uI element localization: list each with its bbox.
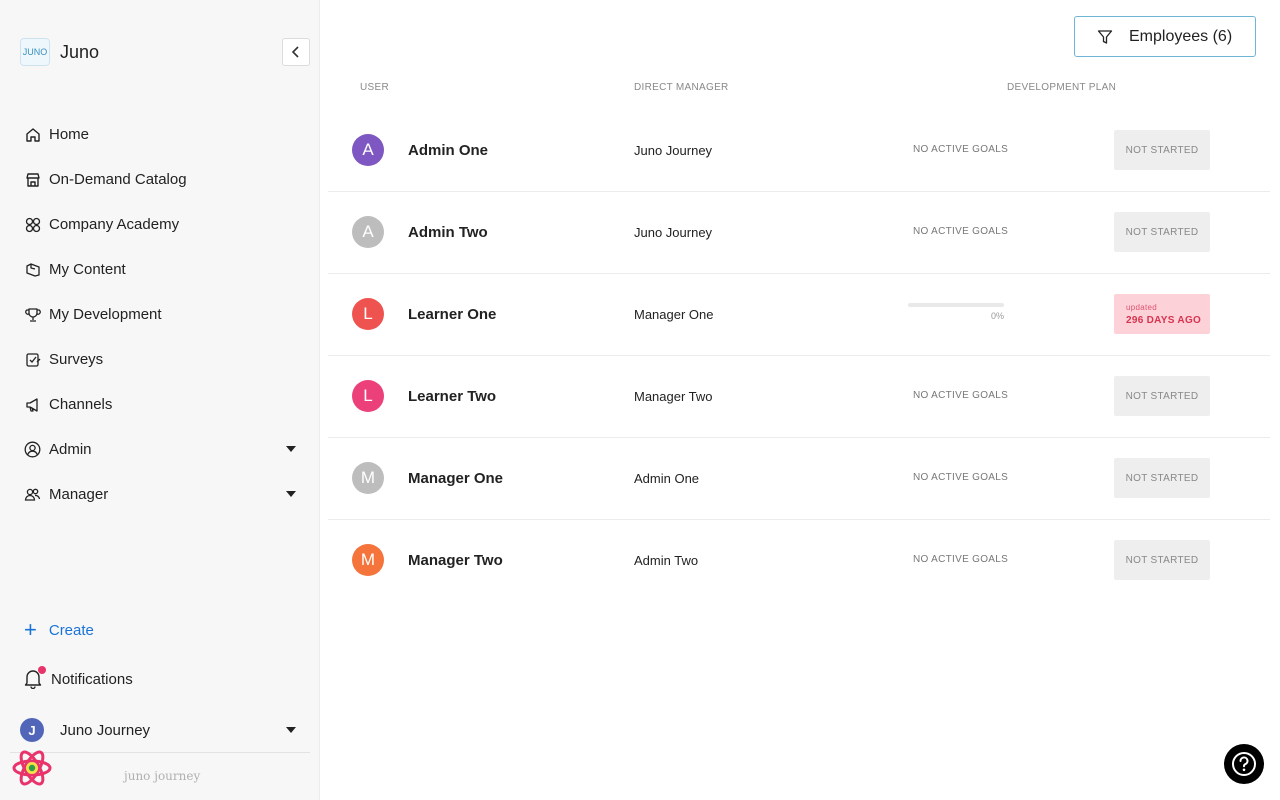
avatar: A (352, 134, 384, 166)
employees-table: A Admin One Juno Journey NO ACTIVE GOALS… (328, 110, 1270, 601)
sidebar-item-label: Surveys (49, 351, 104, 368)
filter-label: Employees (6) (1129, 27, 1233, 45)
table-row[interactable]: M Manager Two Admin Two NO ACTIVE GOALS … (328, 520, 1270, 601)
sidebar-item-on-demand-catalog[interactable]: On-Demand Catalog (0, 157, 320, 202)
goals-text: NO ACTIVE GOALS (913, 472, 1009, 483)
sidebar-item-label: My Content (49, 261, 126, 278)
user-name[interactable]: Admin One (408, 142, 488, 159)
updated-label: updated (1126, 302, 1158, 312)
juno-logo-icon: JUNO (20, 38, 50, 66)
direct-manager: Juno Journey (634, 143, 713, 158)
sidebar-item-label: On-Demand Catalog (49, 171, 187, 188)
sidebar: JUNO Juno Home On-Demand Catalog Company… (0, 0, 320, 800)
divider (10, 752, 310, 753)
question-circle-icon (1232, 752, 1256, 776)
brand[interactable]: JUNO Juno (20, 38, 99, 66)
goals-text: NO ACTIVE GOALS (913, 144, 1009, 155)
table-row[interactable]: A Admin One Juno Journey NO ACTIVE GOALS… (328, 110, 1270, 192)
progress-percent: 0% (990, 311, 1004, 321)
goals-text: NO ACTIVE GOALS (913, 390, 1009, 401)
status-badge: NOT STARTED (1114, 212, 1210, 252)
column-header-direct-manager: DIRECT MANAGER (634, 82, 729, 93)
folder-icon (24, 261, 41, 278)
user-name[interactable]: Manager One (408, 470, 503, 487)
brand-name: Juno (60, 41, 100, 62)
user-menu[interactable]: J Juno Journey (20, 718, 310, 742)
create-label: Create (48, 621, 94, 639)
direct-manager: Juno Journey (634, 225, 713, 240)
sidebar-item-admin[interactable]: Admin (0, 427, 320, 472)
sidebar-item-label: Company Academy (49, 216, 180, 233)
table-row[interactable]: M Manager One Admin One NO ACTIVE GOALS … (328, 438, 1270, 520)
trophy-icon (24, 306, 41, 323)
direct-manager: Admin Two (634, 553, 699, 568)
direct-manager: Manager One (634, 307, 714, 322)
sidebar-item-label: Manager (49, 486, 109, 503)
avatar: M (352, 462, 384, 494)
avatar: M (352, 544, 384, 576)
grid-circles-icon (24, 216, 41, 233)
sidebar-item-channels[interactable]: Channels (0, 382, 320, 427)
logo-text: JUNO (22, 47, 48, 57)
react-devtools-icon[interactable] (12, 748, 52, 788)
plus-icon: + (24, 617, 37, 642)
help-button[interactable] (1224, 744, 1264, 784)
caret-down-icon[interactable] (286, 446, 296, 452)
create-button[interactable]: + Create (24, 617, 94, 642)
filter-icon (1097, 29, 1113, 44)
sidebar-item-label: Admin (49, 441, 92, 458)
user-circle-icon (24, 441, 41, 458)
sidebar-item-manager[interactable]: Manager (0, 472, 320, 517)
sidebar-item-my-development[interactable]: My Development (0, 292, 320, 337)
user-name[interactable]: Admin Two (408, 224, 488, 241)
goal-progress-bar (908, 303, 1004, 307)
sidebar-item-label: Home (49, 126, 90, 143)
column-header-user: USER (360, 82, 389, 93)
avatar: L (352, 298, 384, 330)
avatar: L (352, 380, 384, 412)
table-row[interactable]: L Learner Two Manager Two NO ACTIVE GOAL… (328, 356, 1270, 438)
status-badge: NOT STARTED (1114, 540, 1210, 580)
caret-down-icon[interactable] (286, 727, 296, 733)
goals-text: NO ACTIVE GOALS (913, 554, 1009, 565)
direct-manager: Manager Two (634, 389, 713, 404)
table-row[interactable]: L Learner One Manager One 0% updated 296… (328, 274, 1270, 356)
users-icon (24, 486, 41, 503)
updated-value: 296 DAYS AGO (1126, 314, 1202, 326)
sidebar-item-label: Channels (49, 396, 113, 413)
footer-logo: juno journey (124, 769, 201, 783)
sidebar-item-surveys[interactable]: Surveys (0, 337, 320, 382)
user-name: Juno Journey (60, 721, 151, 739)
chevron-left-icon (291, 46, 299, 58)
user-name[interactable]: Learner Two (408, 388, 496, 405)
caret-down-icon[interactable] (286, 491, 296, 497)
goals-text: NO ACTIVE GOALS (913, 226, 1009, 237)
notifications-label: Notifications (51, 670, 133, 688)
notification-dot (38, 666, 46, 674)
sidebar-item-my-content[interactable]: My Content (0, 247, 320, 292)
survey-icon (24, 351, 41, 368)
user-name[interactable]: Manager Two (408, 552, 503, 569)
column-header-development-plan: DEVELOPMENT PLAN (1007, 82, 1117, 93)
user-name[interactable]: Learner One (408, 306, 496, 323)
sidebar-item-home[interactable]: Home (0, 112, 320, 157)
employees-filter-button[interactable]: Employees (6) (1074, 16, 1256, 57)
status-badge: NOT STARTED (1114, 130, 1210, 170)
avatar: A (352, 216, 384, 248)
megaphone-icon (24, 396, 41, 413)
updated-badge: updated 296 DAYS AGO (1114, 294, 1210, 334)
direct-manager: Admin One (634, 471, 700, 486)
notifications-button[interactable]: Notifications (24, 666, 133, 689)
sidebar-item-company-academy[interactable]: Company Academy (0, 202, 320, 247)
avatar: J (20, 718, 44, 742)
sidebar-nav: Home On-Demand Catalog Company Academy M… (0, 112, 320, 517)
table-row[interactable]: A Admin Two Juno Journey NO ACTIVE GOALS… (328, 192, 1270, 274)
home-icon (24, 126, 41, 143)
collapse-sidebar-button[interactable] (282, 38, 310, 66)
status-badge: NOT STARTED (1114, 376, 1210, 416)
status-badge: NOT STARTED (1114, 458, 1210, 498)
store-icon (24, 171, 41, 188)
sidebar-item-label: My Development (49, 306, 162, 323)
